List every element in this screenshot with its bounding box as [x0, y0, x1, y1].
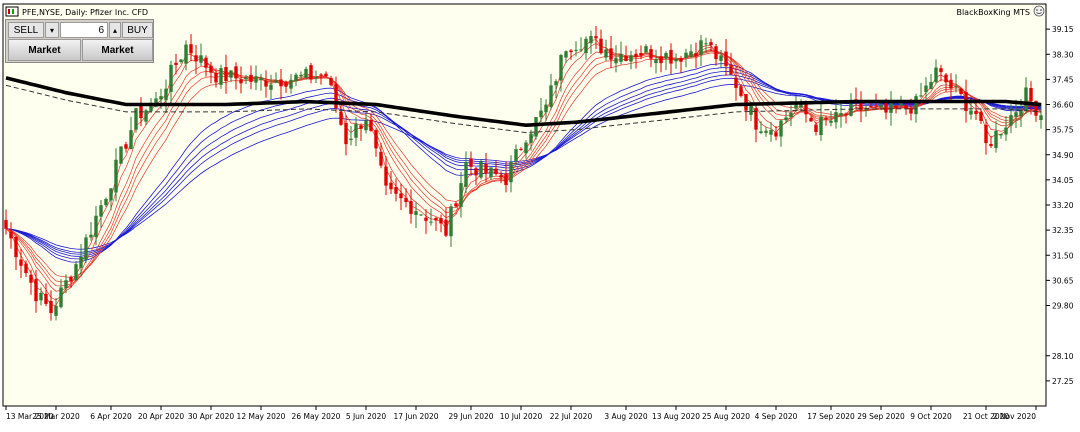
time-tick-label: 29 Sep 2020: [857, 412, 905, 421]
chevron-down-icon[interactable]: ▾: [45, 22, 59, 38]
plot-area: [2, 3, 1047, 407]
buy-button[interactable]: BUY: [122, 22, 153, 38]
time-tick-label: 26 May 2020: [292, 412, 341, 421]
time-tick-label: 25 Mar 2020: [32, 412, 80, 421]
price-tick-label: 37.45: [1052, 75, 1074, 84]
time-tick-label: 6 Apr 2020: [90, 412, 132, 421]
time-tick-label: 17 Jun 2020: [393, 412, 438, 421]
time-tick-label: 4 Sep 2020: [755, 412, 798, 421]
sell-button[interactable]: SELL: [8, 22, 44, 38]
chart-canvas[interactable]: PFE,NYSE, Daily: Pfizer Inc. CFD BlackBo…: [0, 0, 1080, 427]
time-tick-label: 20 Apr 2020: [138, 412, 185, 421]
one-click-trade-panel: SELL ▾ 6 ▴ BUY Market Market: [5, 19, 154, 63]
candle: [84, 234, 88, 264]
candle: [119, 146, 123, 164]
time-tick-label: 29 Jun 2020: [448, 412, 493, 421]
indicator-label: BlackBoxKing MTS: [956, 8, 1030, 17]
price-tick-label: 32.35: [1052, 226, 1074, 235]
price-tick-label: 39.15: [1052, 25, 1074, 34]
indicator-smiley-icon[interactable]: [1033, 5, 1045, 17]
price-tick-label: 28.10: [1052, 352, 1074, 361]
price-tick-label: 27.25: [1052, 377, 1074, 386]
time-tick-label: 22 Jul 2020: [550, 412, 593, 421]
time-tick-label: 25 Aug 2020: [702, 412, 750, 421]
time-tick-label: 12 May 2020: [237, 412, 286, 421]
price-tick-label: 33.20: [1052, 201, 1074, 210]
market-buy-button[interactable]: Market: [82, 39, 153, 61]
market-sell-button[interactable]: Market: [8, 39, 81, 61]
symbol-icon: [5, 6, 19, 17]
lot-size-input[interactable]: 6: [60, 22, 108, 38]
price-tick-label: 29.80: [1052, 302, 1074, 311]
price-tick-label: 30.65: [1052, 276, 1074, 285]
time-tick-label: 2 Nov 2020: [993, 412, 1036, 421]
chart-window: PFE,NYSE, Daily: Pfizer Inc. CFD BlackBo…: [0, 0, 1080, 427]
price-tick-label: 34.05: [1052, 176, 1074, 185]
price-tick-label: 35.75: [1052, 126, 1074, 135]
candle: [479, 159, 483, 180]
time-tick-label: 13 Aug 2020: [652, 412, 700, 421]
price-tick-label: 31.50: [1052, 251, 1074, 260]
time-tick-label: 9 Oct 2020: [910, 412, 952, 421]
time-tick-label: 5 Jun 2020: [346, 412, 387, 421]
price-tick-label: 36.60: [1052, 101, 1074, 110]
chevron-up-icon[interactable]: ▴: [109, 22, 121, 38]
time-tick-label: 30 Apr 2020: [188, 412, 235, 421]
price-tick-label: 34.90: [1052, 151, 1074, 160]
time-tick-label: 17 Sep 2020: [807, 412, 855, 421]
time-tick-label: 3 Aug 2020: [604, 412, 647, 421]
price-tick-label: 38.30: [1052, 50, 1074, 59]
chart-title: PFE,NYSE, Daily: Pfizer Inc. CFD: [22, 8, 148, 17]
time-tick-label: 10 Jul 2020: [500, 412, 543, 421]
candle: [534, 117, 538, 140]
